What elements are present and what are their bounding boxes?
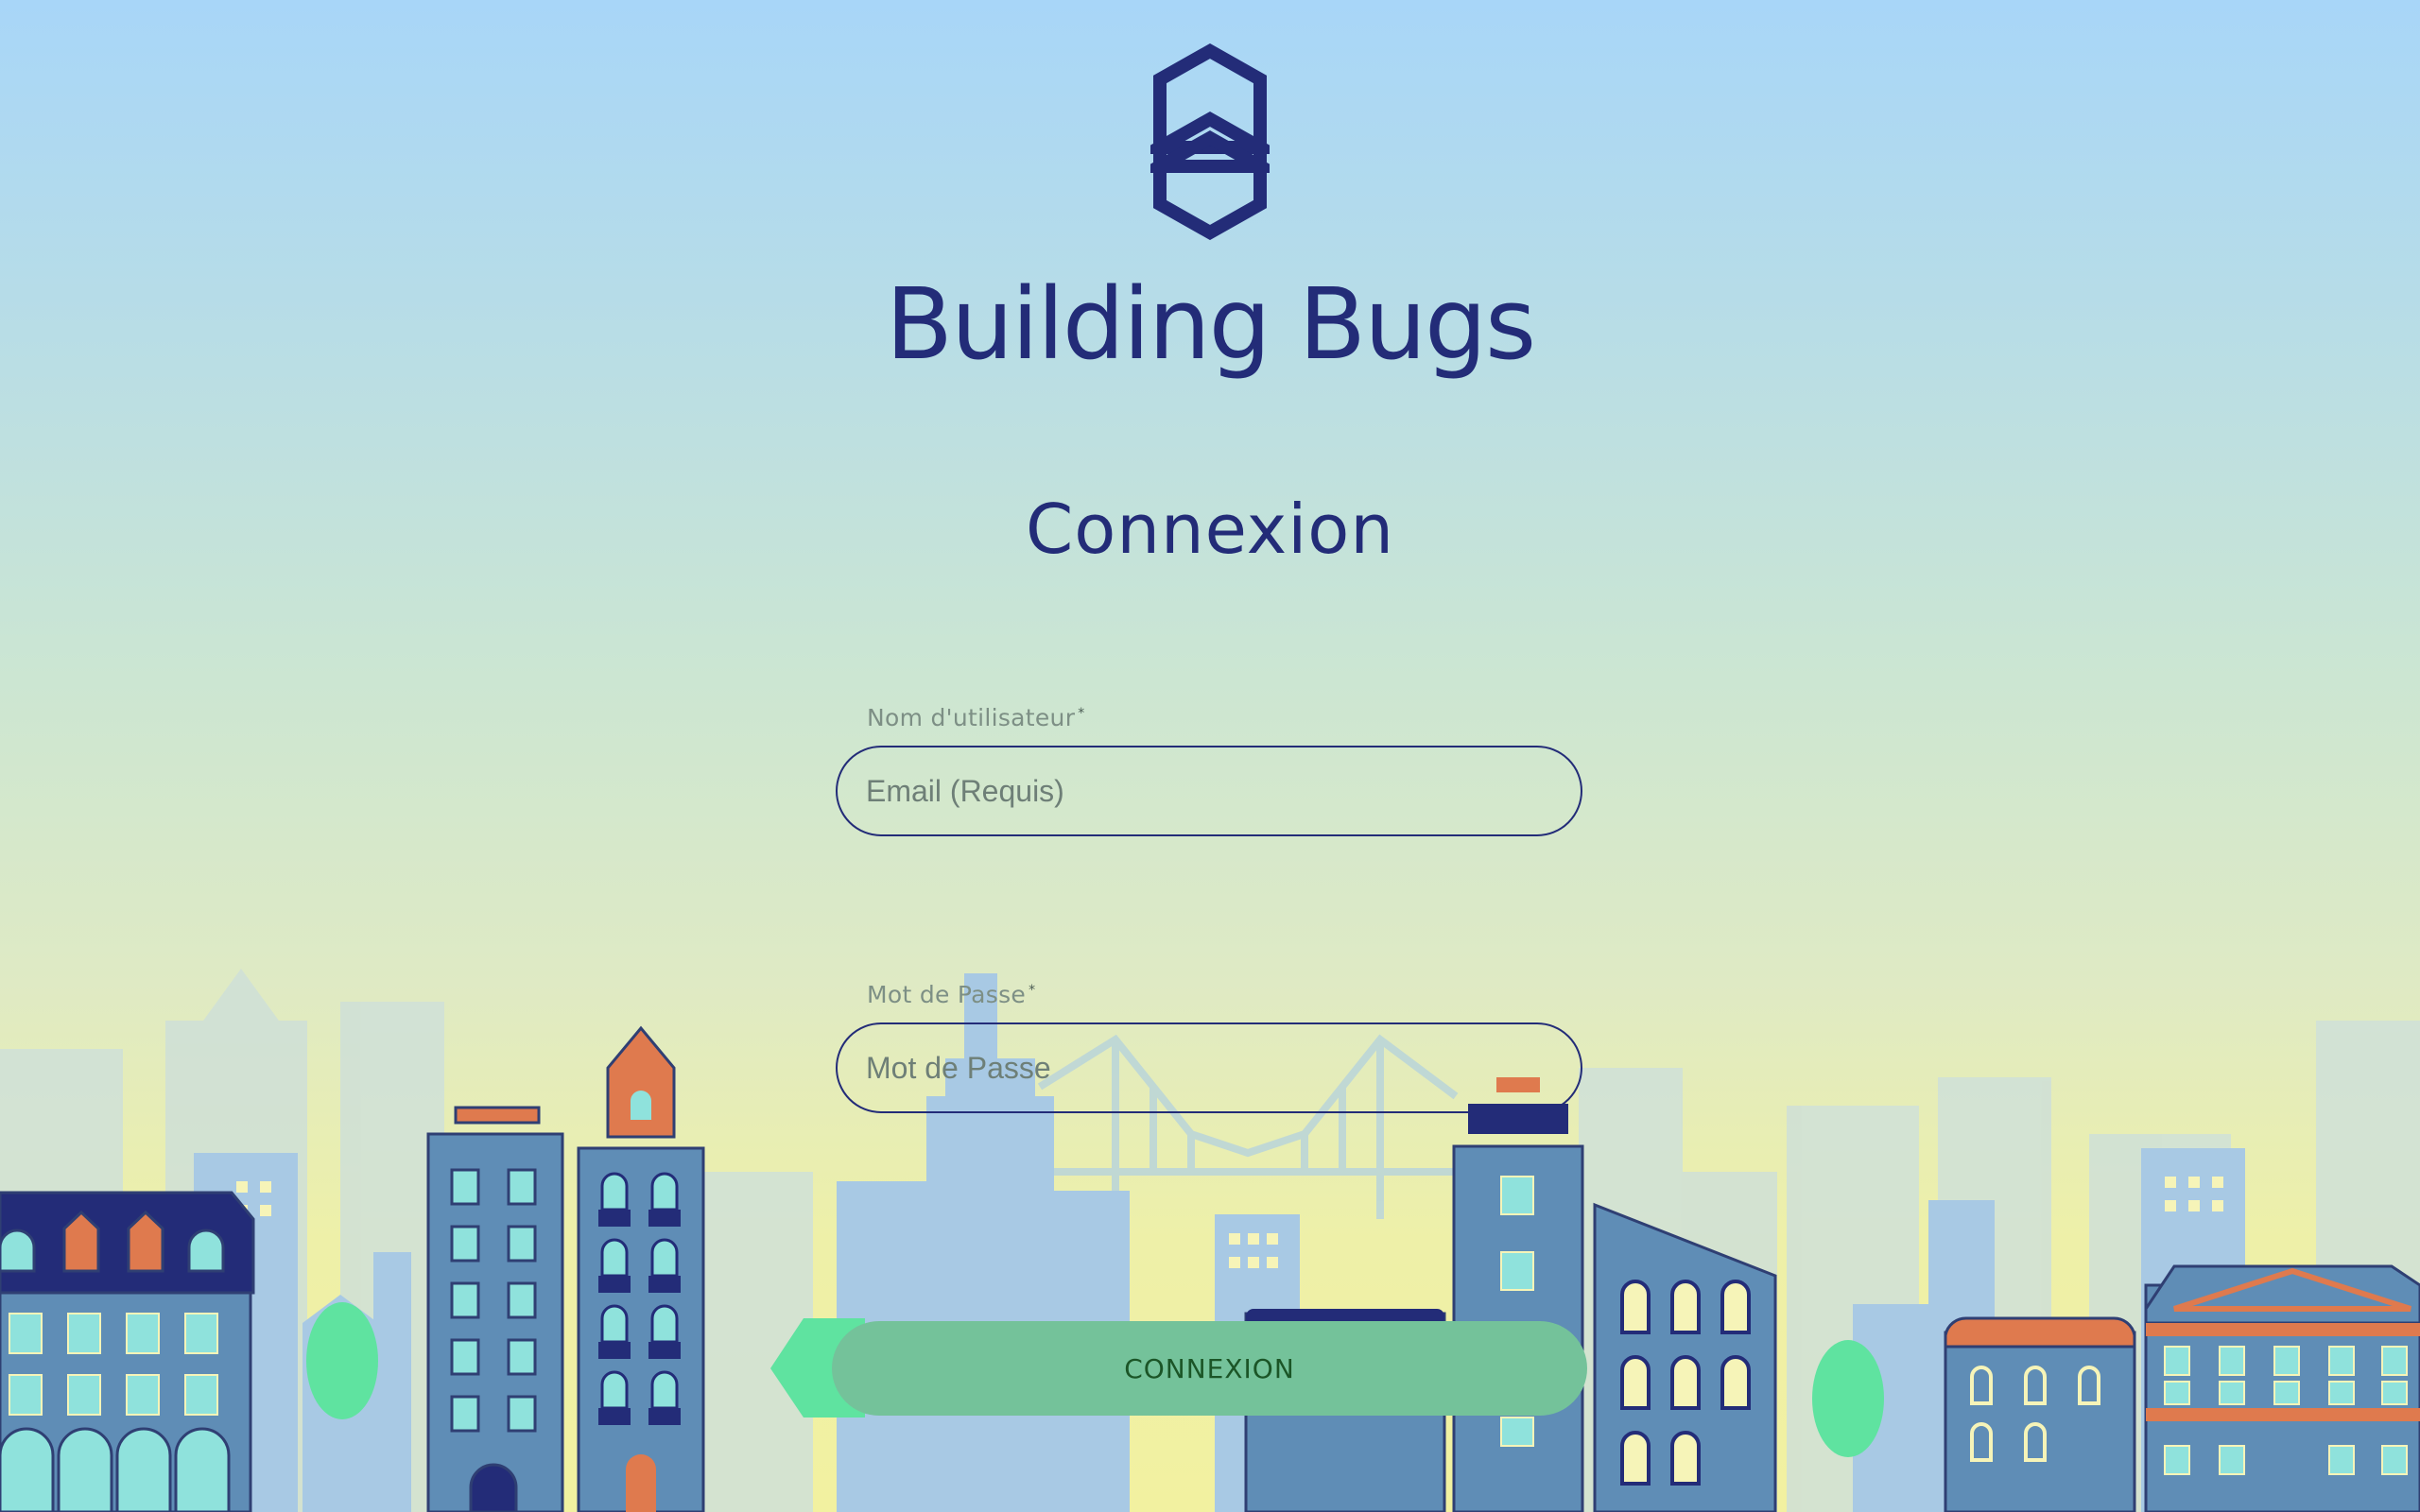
brand-name: Building Bugs	[885, 266, 1536, 382]
login-heading: Connexion	[1026, 490, 1394, 569]
username-label: Nom d'utilisateur *	[867, 704, 1085, 731]
hexagon-logo-icon	[1150, 43, 1270, 240]
password-label: Mot de Passe *	[867, 981, 1035, 1008]
required-marker: *	[1078, 705, 1085, 721]
password-label-text: Mot de Passe	[867, 981, 1027, 1008]
username-input[interactable]	[836, 746, 1582, 836]
username-label-text: Nom d'utilisateur	[867, 704, 1076, 731]
login-button[interactable]: CONNEXION	[832, 1321, 1587, 1416]
required-marker: *	[1028, 982, 1036, 998]
password-input[interactable]	[836, 1022, 1582, 1113]
